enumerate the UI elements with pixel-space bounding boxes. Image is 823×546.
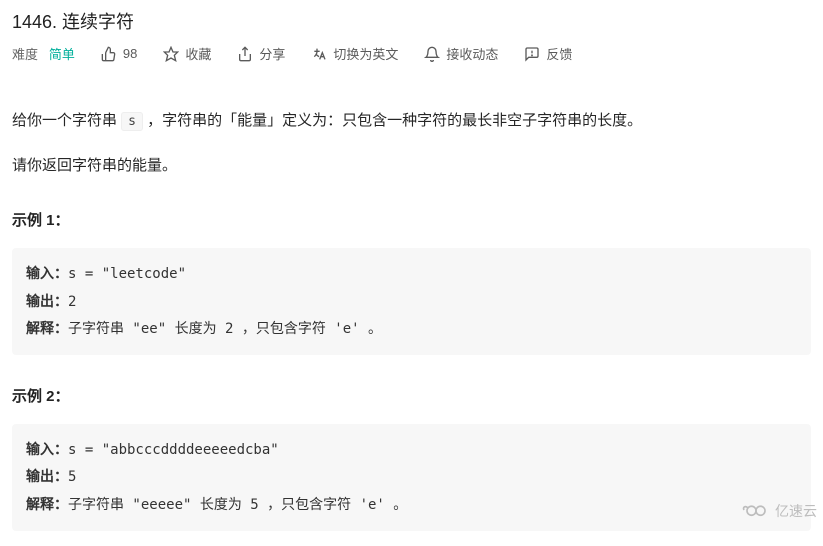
share-button[interactable]: 分享 bbox=[237, 44, 285, 63]
subscribe-label: 接收动态 bbox=[446, 44, 498, 63]
star-icon bbox=[163, 46, 179, 62]
favorite-label: 收藏 bbox=[185, 44, 211, 63]
input-label: 输入： bbox=[26, 441, 68, 457]
example-2-title: 示例 2： bbox=[12, 383, 811, 410]
example-1-title: 示例 1： bbox=[12, 207, 811, 234]
input-label: 输入： bbox=[26, 265, 68, 281]
input-value: s = "leetcode" bbox=[68, 266, 186, 282]
feedback-icon bbox=[524, 46, 540, 62]
input-value: s = "abbcccddddeeeeedcba" bbox=[68, 442, 279, 458]
switch-lang-label: 切换为英文 bbox=[333, 44, 398, 63]
favorite-button[interactable]: 收藏 bbox=[163, 44, 211, 63]
bell-icon bbox=[424, 46, 440, 62]
p1-prefix: 给你一个字符串 bbox=[12, 112, 121, 129]
watermark-text: 亿速云 bbox=[775, 501, 817, 521]
share-label: 分享 bbox=[259, 44, 285, 63]
explain-label: 解释： bbox=[26, 496, 68, 512]
explain-value: 子字符串 "ee" 长度为 2 ，只包含字符 'e' 。 bbox=[68, 321, 382, 337]
thumbs-up-icon bbox=[101, 46, 117, 62]
feedback-button[interactable]: 反馈 bbox=[524, 44, 572, 63]
switch-lang-button[interactable]: 切换为英文 bbox=[311, 44, 398, 63]
problem-title: 1446. 连续字符 bbox=[12, 0, 811, 44]
feedback-label: 反馈 bbox=[546, 44, 572, 63]
description-p1: 给你一个字符串 s ，字符串的「能量」定义为：只包含一种字符的最长非空子字符串的… bbox=[12, 107, 811, 134]
inline-code-s: s bbox=[121, 112, 143, 131]
description-p2: 请你返回字符串的能量。 bbox=[12, 152, 811, 179]
difficulty-label: 难度 bbox=[12, 47, 38, 62]
explain-label: 解释： bbox=[26, 320, 68, 336]
subscribe-button[interactable]: 接收动态 bbox=[424, 44, 498, 63]
p1-suffix: ，字符串的「能量」定义为：只包含一种字符的最长非空子字符串的长度。 bbox=[143, 112, 642, 129]
output-label: 输出： bbox=[26, 468, 68, 484]
action-bar: 难度 简单 98 收藏 分享 切换为英文 bbox=[12, 44, 811, 79]
like-button[interactable]: 98 bbox=[101, 46, 137, 62]
difficulty-value: 简单 bbox=[49, 47, 75, 62]
difficulty-group: 难度 简单 bbox=[12, 44, 75, 63]
output-label: 输出： bbox=[26, 293, 68, 309]
output-value: 5 bbox=[68, 469, 76, 485]
example-1-block: 输入：s = "leetcode" 输出：2 解释：子字符串 "ee" 长度为 … bbox=[12, 248, 811, 355]
translate-icon bbox=[311, 46, 327, 62]
share-icon bbox=[237, 46, 253, 62]
problem-description: 给你一个字符串 s ，字符串的「能量」定义为：只包含一种字符的最长非空子字符串的… bbox=[12, 79, 811, 531]
watermark: 亿速云 bbox=[741, 500, 817, 523]
like-count: 98 bbox=[123, 46, 137, 61]
explain-value: 子字符串 "eeeee" 长度为 5 ，只包含字符 'e' 。 bbox=[68, 497, 407, 513]
example-2-block: 输入：s = "abbcccddddeeeeedcba" 输出：5 解释：子字符… bbox=[12, 424, 811, 531]
watermark-logo-icon bbox=[741, 500, 771, 523]
output-value: 2 bbox=[68, 294, 76, 310]
